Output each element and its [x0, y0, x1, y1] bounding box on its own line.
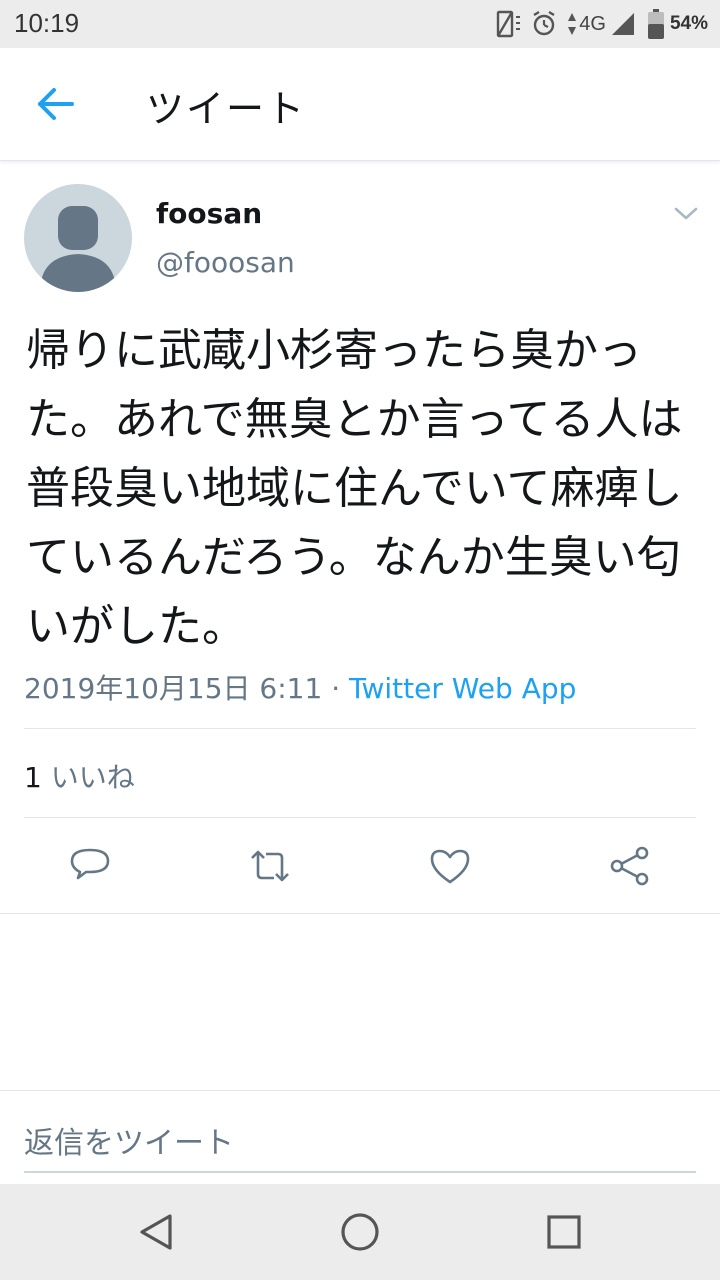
- tweet-source-link[interactable]: Twitter Web App: [349, 672, 576, 705]
- tweet-timestamp[interactable]: 2019年10月15日 6:11: [24, 672, 322, 705]
- status-icons: 4G 54%: [485, 8, 708, 40]
- system-nav-bar: [0, 1184, 720, 1280]
- app-bar: ツイート: [0, 48, 720, 161]
- page-title: ツイート: [146, 87, 307, 131]
- data-arrows-icon: [568, 13, 577, 35]
- avatar[interactable]: [24, 184, 132, 292]
- divider: [24, 728, 696, 729]
- like-icon: [430, 849, 470, 884]
- divider: [0, 1090, 720, 1091]
- divider: [24, 817, 696, 818]
- vibrate-icon: [497, 10, 521, 38]
- default-avatar-icon: [40, 206, 116, 292]
- likes-count: 1: [24, 761, 42, 794]
- back-button[interactable]: [28, 78, 84, 130]
- likes-count-row[interactable]: 1 いいね: [24, 756, 135, 796]
- display-name[interactable]: foosan: [156, 197, 262, 230]
- tweet-menu-button[interactable]: [672, 200, 700, 226]
- tweet-meta: 2019年10月15日 6:11 · Twitter Web App: [24, 667, 576, 707]
- home-circle-icon: [341, 1213, 379, 1251]
- likes-label: いいね: [50, 761, 135, 794]
- back-arrow-icon: [38, 88, 74, 120]
- screen: 10:19 4G 54% ツイート foosan @fooosan 帰りに武蔵小…: [0, 0, 720, 1280]
- network-type: 4G: [579, 12, 606, 35]
- recents-square-icon: [547, 1215, 581, 1249]
- share-button[interactable]: [608, 844, 652, 888]
- status-time: 10:19: [14, 8, 80, 38]
- tweet-text: 帰りに武蔵小杉寄ったら臭かった。あれで無臭とか言ってる人は普段臭い地域に住んでい…: [26, 325, 683, 652]
- signal-icon: [611, 13, 634, 35]
- battery-percentage: 54%: [669, 13, 708, 34]
- nav-recents-button[interactable]: [542, 1210, 586, 1254]
- reply-button[interactable]: [68, 844, 112, 888]
- status-bar: 10:19 4G 54%: [0, 0, 720, 48]
- reply-input[interactable]: 返信をツイート: [24, 1118, 234, 1162]
- reply-icon: [70, 848, 110, 880]
- retweet-icon: [251, 850, 289, 882]
- battery-icon: [647, 9, 664, 39]
- back-triangle-icon: [140, 1214, 172, 1250]
- divider: [0, 913, 720, 914]
- alarm-icon: [533, 10, 555, 36]
- nav-back-button[interactable]: [134, 1210, 178, 1254]
- nav-home-button[interactable]: [338, 1210, 382, 1254]
- user-handle[interactable]: @fooosan: [156, 246, 295, 279]
- share-icon: [610, 846, 649, 886]
- chevron-down-icon: [674, 207, 698, 220]
- meta-separator: ·: [331, 672, 341, 705]
- like-button[interactable]: [428, 844, 472, 888]
- retweet-button[interactable]: [248, 844, 292, 888]
- reply-input-underline: [24, 1171, 696, 1173]
